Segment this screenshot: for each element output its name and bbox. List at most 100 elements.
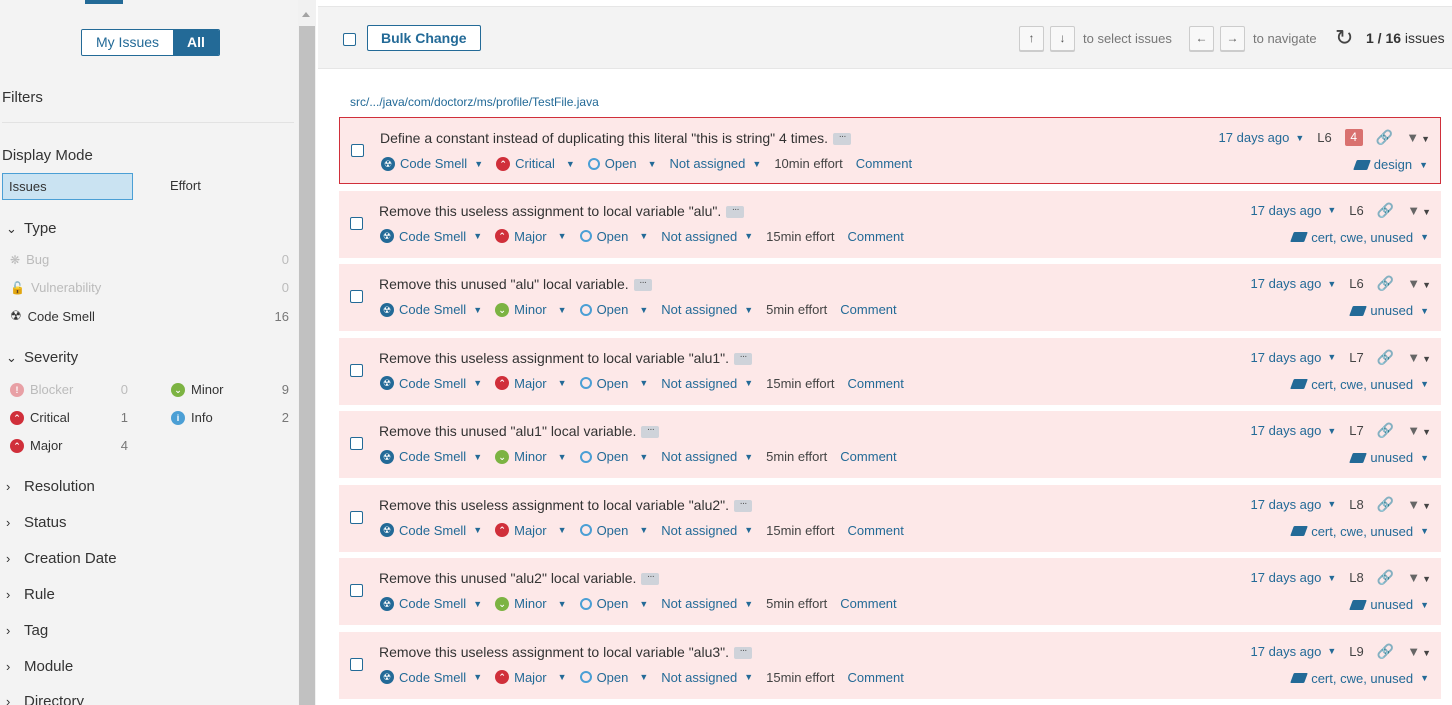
- facet-tag-header[interactable]: › Tag: [6, 622, 48, 639]
- issue-severity-dropdown[interactable]: ⌃ Major ▼: [495, 229, 567, 244]
- all-issues-button[interactable]: All: [173, 30, 219, 55]
- issue-type-dropdown[interactable]: ☢ Code Smell ▼: [380, 670, 482, 685]
- issue-type-dropdown[interactable]: ☢ Code Smell ▼: [380, 596, 482, 611]
- permalink-icon[interactable]: 🔗: [1377, 643, 1394, 660]
- facet-severity-major[interactable]: ⌃ Major: [10, 438, 63, 453]
- issue-message[interactable]: Remove this useless assignment to local …: [379, 203, 745, 219]
- filter-icon[interactable]: ▼ ▼: [1407, 276, 1431, 291]
- issue-age-dropdown[interactable]: 17 days ago ▼: [1251, 423, 1337, 438]
- facet-module-header[interactable]: › Module: [6, 658, 73, 675]
- issue-tags-dropdown[interactable]: cert, cwe, unused ▼: [1290, 377, 1429, 392]
- issue-comment-link[interactable]: Comment: [840, 302, 896, 317]
- issue-assignee-dropdown[interactable]: Not assigned ▼: [661, 302, 753, 317]
- issue-tags-dropdown[interactable]: design ▼: [1352, 157, 1428, 172]
- issue-severity-dropdown[interactable]: ⌃ Major ▼: [495, 523, 567, 538]
- issue-message[interactable]: Remove this unused "alu" local variable.…: [379, 276, 652, 292]
- more-icon[interactable]: ···: [641, 425, 660, 439]
- facet-type-vulnerability[interactable]: 🔓 Vulnerability: [10, 280, 101, 295]
- issue-checkbox[interactable]: [350, 216, 363, 230]
- issue-message[interactable]: Remove this unused "alu2" local variable…: [379, 570, 660, 586]
- issue-age-dropdown[interactable]: 17 days ago ▼: [1251, 203, 1337, 218]
- issue-status-dropdown[interactable]: Open ▼: [579, 376, 648, 391]
- issue-item[interactable]: Define a constant instead of duplicating…: [339, 117, 1441, 184]
- permalink-icon[interactable]: 🔗: [1377, 422, 1394, 439]
- issue-checkbox[interactable]: [351, 144, 364, 157]
- issue-assignee-dropdown[interactable]: Not assigned ▼: [661, 229, 753, 244]
- issue-line[interactable]: L9: [1349, 644, 1363, 659]
- issue-item[interactable]: Remove this useless assignment to local …: [339, 631, 1441, 699]
- issue-tags-dropdown[interactable]: unused ▼: [1349, 597, 1429, 612]
- issue-age-dropdown[interactable]: 17 days ago ▼: [1251, 570, 1337, 585]
- issue-locations-badge[interactable]: 4: [1344, 129, 1363, 146]
- facet-directory-header[interactable]: › Directory: [6, 693, 84, 705]
- issue-type-dropdown[interactable]: ☢ Code Smell ▼: [380, 302, 482, 317]
- more-icon[interactable]: ···: [833, 132, 852, 146]
- issue-severity-dropdown[interactable]: ⌄ Minor ▼: [495, 596, 567, 611]
- issue-message[interactable]: Remove this useless assignment to local …: [379, 644, 752, 660]
- issue-type-dropdown[interactable]: ☢ Code Smell ▼: [380, 376, 482, 391]
- issue-status-dropdown[interactable]: Open ▼: [579, 596, 648, 611]
- issue-age-dropdown[interactable]: 17 days ago ▼: [1251, 276, 1337, 291]
- issue-comment-link[interactable]: Comment: [856, 156, 912, 171]
- issue-checkbox[interactable]: [350, 290, 363, 303]
- issue-checkbox[interactable]: [350, 510, 363, 524]
- issue-item[interactable]: Remove this unused "alu1" local variable…: [339, 411, 1441, 478]
- issue-severity-dropdown[interactable]: ⌃ Major ▼: [495, 376, 567, 391]
- facet-severity-header[interactable]: ⌄ Severity: [6, 349, 78, 366]
- issue-severity-dropdown[interactable]: ⌃ Critical ▼: [496, 156, 575, 171]
- facet-resolution-header[interactable]: › Resolution: [6, 478, 95, 495]
- more-icon[interactable]: ···: [641, 572, 660, 586]
- issue-line[interactable]: L6: [1349, 276, 1363, 291]
- issue-message[interactable]: Remove this useless assignment to local …: [379, 350, 752, 366]
- facet-severity-blocker[interactable]: ! Blocker: [10, 382, 73, 397]
- more-icon[interactable]: ···: [734, 645, 752, 659]
- issue-checkbox[interactable]: [350, 657, 363, 671]
- issue-comment-link[interactable]: Comment: [848, 670, 904, 685]
- issue-checkbox[interactable]: [350, 584, 363, 597]
- permalink-icon[interactable]: 🔗: [1377, 349, 1394, 366]
- issue-comment-link[interactable]: Comment: [848, 229, 904, 244]
- issue-line[interactable]: L6: [1317, 130, 1331, 145]
- issue-item[interactable]: Remove this unused "alu" local variable.…: [339, 264, 1441, 331]
- issue-comment-link[interactable]: Comment: [840, 449, 896, 464]
- issue-line[interactable]: L7: [1349, 423, 1363, 438]
- issue-tags-dropdown[interactable]: unused ▼: [1349, 303, 1429, 318]
- more-icon[interactable]: ···: [734, 498, 752, 512]
- issue-status-dropdown[interactable]: Open ▼: [579, 449, 648, 464]
- more-icon[interactable]: ···: [734, 351, 752, 365]
- issue-severity-dropdown[interactable]: ⌄ Minor ▼: [495, 449, 567, 464]
- issue-tags-dropdown[interactable]: cert, cwe, unused ▼: [1290, 230, 1429, 245]
- issue-severity-dropdown[interactable]: ⌃ Major ▼: [495, 670, 567, 685]
- facet-type-header[interactable]: ⌄ Type: [6, 220, 57, 237]
- facet-rule-header[interactable]: › Rule: [6, 586, 55, 603]
- component-path-link[interactable]: src/.../java/com/doctorz/ms/profile/Test…: [350, 95, 599, 109]
- issue-comment-link[interactable]: Comment: [848, 523, 904, 538]
- issue-tags-dropdown[interactable]: cert, cwe, unused ▼: [1290, 524, 1429, 539]
- facet-type-bug[interactable]: ❋ Bug: [10, 252, 49, 267]
- issue-line[interactable]: L7: [1349, 350, 1363, 365]
- facet-status-header[interactable]: › Status: [6, 514, 67, 531]
- issue-age-dropdown[interactable]: 17 days ago ▼: [1251, 350, 1337, 365]
- sidebar-scrollbar[interactable]: [298, 0, 316, 705]
- issue-message[interactable]: Define a constant instead of duplicating…: [380, 130, 852, 146]
- issue-age-dropdown[interactable]: 17 days ago ▼: [1219, 130, 1305, 145]
- issue-line[interactable]: L8: [1349, 570, 1363, 585]
- issue-assignee-dropdown[interactable]: Not assigned ▼: [661, 523, 753, 538]
- issue-line[interactable]: L6: [1349, 203, 1363, 218]
- permalink-icon[interactable]: 🔗: [1377, 202, 1394, 219]
- issue-comment-link[interactable]: Comment: [840, 596, 896, 611]
- issue-status-dropdown[interactable]: Open ▼: [579, 670, 648, 685]
- issue-assignee-dropdown[interactable]: Not assigned ▼: [670, 156, 762, 171]
- issue-assignee-dropdown[interactable]: Not assigned ▼: [661, 449, 753, 464]
- issue-type-dropdown[interactable]: ☢ Code Smell ▼: [380, 229, 482, 244]
- filter-icon[interactable]: ▼ ▼: [1406, 130, 1430, 145]
- permalink-icon[interactable]: 🔗: [1377, 275, 1394, 292]
- facet-type-code-smell[interactable]: ☢ Code Smell: [10, 308, 95, 324]
- issue-item[interactable]: Remove this useless assignment to local …: [339, 190, 1441, 258]
- more-icon[interactable]: ···: [633, 278, 652, 292]
- bulk-change-button[interactable]: Bulk Change: [367, 25, 481, 51]
- filter-icon[interactable]: ▼ ▼: [1407, 203, 1431, 218]
- scrollbar-thumb[interactable]: [299, 26, 315, 705]
- facet-creation-date-header[interactable]: › Creation Date: [6, 550, 117, 567]
- more-icon[interactable]: ···: [726, 204, 745, 218]
